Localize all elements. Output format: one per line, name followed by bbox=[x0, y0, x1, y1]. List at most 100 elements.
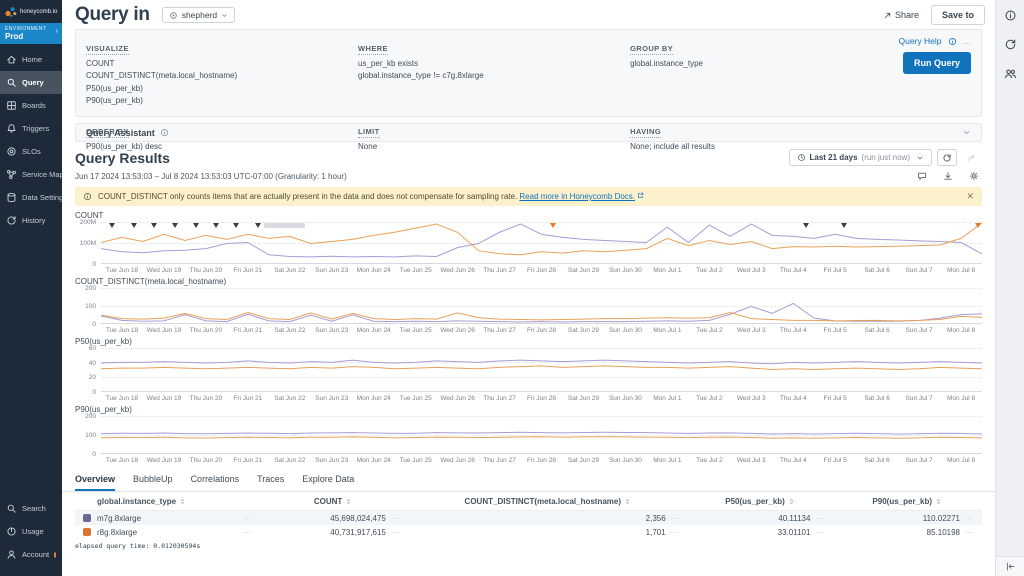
main-content: Query in shepherd Share Save to VISUALIZ… bbox=[62, 0, 995, 576]
sidebar-item-data-settings[interactable]: Data Settings bbox=[0, 186, 62, 209]
query-builder-grid: VISUALIZECOUNTCOUNT_DISTINCT(meta.local_… bbox=[86, 38, 971, 153]
chart-count[interactable]: COUNT 200M100M0 Tue Jun 18Wed Jun 19Thu … bbox=[75, 211, 982, 274]
chart-count-distinct-meta-local-hostname[interactable]: COUNT_DISTINCT(meta.local_hostname) 2001… bbox=[75, 277, 982, 334]
sidebar-item-boards[interactable]: Boards bbox=[0, 94, 62, 117]
x-axis-label: Mon Jul 1 bbox=[646, 327, 688, 334]
service-map-icon bbox=[6, 169, 17, 180]
table-row-m7g-8xlarge[interactable]: m7g.8xlarge⋯ 45,698,024,475⋯2,356⋯40.111… bbox=[75, 511, 982, 525]
more-options-icon[interactable]: … bbox=[963, 36, 972, 46]
query-clause-limit[interactable]: LIMITNone bbox=[358, 121, 616, 153]
chart-plot-area[interactable] bbox=[101, 416, 982, 454]
chevron-down-icon bbox=[221, 12, 228, 19]
series-swatch bbox=[83, 514, 91, 522]
environment-switcher[interactable]: ENVIRONMENT Prod › bbox=[0, 23, 62, 44]
cell-menu-icon[interactable]: ⋯ bbox=[815, 514, 824, 523]
info-rail-button[interactable] bbox=[1004, 9, 1017, 27]
query-builder-panel: VISUALIZECOUNTCOUNT_DISTINCT(meta.local_… bbox=[75, 29, 982, 117]
tab-explore-data[interactable]: Explore Data bbox=[302, 474, 354, 491]
banner-close-icon[interactable]: ✕ bbox=[966, 191, 974, 202]
sidebar-item-query[interactable]: Query bbox=[0, 71, 62, 94]
logo[interactable]: honeycomb.io bbox=[0, 0, 62, 23]
cell-menu-icon[interactable]: ⋯ bbox=[243, 528, 252, 537]
sidebar-item-home[interactable]: Home bbox=[0, 48, 62, 71]
x-axis-label: Mon Jul 8 bbox=[940, 267, 982, 274]
chart-p50-us-per-kb[interactable]: P50(us_per_kb) 6040200 Tue Jun 18Wed Jun… bbox=[75, 337, 982, 402]
download-icon[interactable] bbox=[943, 171, 953, 181]
sidebar-item-service-map[interactable]: Service Map bbox=[0, 163, 62, 186]
tab-traces[interactable]: Traces bbox=[257, 474, 284, 491]
x-axis-label: Thu Jun 27 bbox=[479, 267, 521, 274]
sidebar-item-search[interactable]: Search bbox=[0, 497, 62, 520]
cell-menu-icon[interactable]: ⋯ bbox=[391, 528, 400, 537]
query-clause-where[interactable]: WHEREus_per_kb existsglobal.instance_typ… bbox=[358, 38, 616, 108]
deploy-marker[interactable] bbox=[803, 223, 809, 228]
x-axis-label: Sat Jun 22 bbox=[269, 267, 311, 274]
deploy-marker[interactable] bbox=[193, 223, 199, 228]
query-help-link[interactable]: Query Help … bbox=[899, 36, 972, 46]
dataset-selector[interactable]: shepherd bbox=[162, 7, 235, 23]
deploy-marker[interactable] bbox=[213, 223, 219, 228]
collapse-panel-button[interactable] bbox=[996, 556, 1024, 576]
column-header-p90-us-per-kb[interactable]: P90(us_per_kb) bbox=[832, 497, 982, 506]
query-clause-having[interactable]: HAVINGNone; include all results bbox=[630, 121, 901, 153]
column-header-count[interactable]: COUNT bbox=[258, 497, 408, 506]
x-axis-label: Tue Jun 25 bbox=[395, 395, 437, 402]
cell-menu-icon[interactable]: ⋯ bbox=[965, 514, 974, 523]
deploy-marker[interactable] bbox=[975, 223, 981, 228]
cell-menu-icon[interactable]: ⋯ bbox=[965, 528, 974, 537]
sidebar-item-history[interactable]: History bbox=[0, 209, 62, 232]
query-clause-visualize[interactable]: VISUALIZECOUNTCOUNT_DISTINCT(meta.local_… bbox=[86, 38, 344, 108]
cell-menu-icon[interactable]: ⋯ bbox=[671, 528, 680, 537]
run-query-button[interactable]: Run Query bbox=[903, 52, 971, 74]
sidebar-item-account[interactable]: Account bbox=[0, 543, 62, 566]
gear-icon[interactable] bbox=[969, 171, 979, 181]
deploy-marker[interactable] bbox=[550, 223, 556, 228]
x-axis-label: Sat Jun 29 bbox=[562, 457, 604, 464]
save-to-button[interactable]: Save to bbox=[931, 5, 985, 25]
sidebar-item-slos[interactable]: SLOs bbox=[0, 140, 62, 163]
table-row-r8g-8xlarge[interactable]: r8g.8xlarge⋯ 40,731,917,615⋯1,701⋯33.011… bbox=[75, 525, 982, 539]
cell-menu-icon[interactable]: ⋯ bbox=[391, 514, 400, 523]
sidebar-item-triggers[interactable]: Triggers bbox=[0, 117, 62, 140]
deploy-marker[interactable] bbox=[841, 223, 847, 228]
banner-docs-link[interactable]: Read more in Honeycomb Docs. bbox=[519, 192, 635, 201]
chart-plot-area[interactable] bbox=[101, 288, 982, 324]
column-header-global-instance-type[interactable]: global.instance_type bbox=[75, 497, 258, 506]
chart-title: COUNT bbox=[75, 211, 982, 220]
column-header-count-distinct-meta-local-hostname[interactable]: COUNT_DISTINCT(meta.local_hostname) bbox=[408, 497, 688, 506]
deploy-marker[interactable] bbox=[131, 223, 137, 228]
sidebar-item-usage[interactable]: Usage bbox=[0, 520, 62, 543]
x-axis-label: Sat Jun 29 bbox=[562, 327, 604, 334]
deploy-marker[interactable] bbox=[172, 223, 178, 228]
chart-plot-area[interactable] bbox=[101, 348, 982, 392]
deploy-marker[interactable] bbox=[233, 223, 239, 228]
tab-correlations[interactable]: Correlations bbox=[191, 474, 240, 491]
tab-bubbleup[interactable]: BubbleUp bbox=[133, 474, 173, 491]
x-axis-label: Mon Jul 8 bbox=[940, 395, 982, 402]
x-axis-label: Wed Jun 19 bbox=[143, 395, 185, 402]
deploy-marker[interactable] bbox=[255, 223, 261, 228]
chart-plot-area[interactable] bbox=[101, 222, 982, 264]
comment-icon[interactable] bbox=[917, 171, 927, 181]
history-rail-button[interactable] bbox=[1004, 38, 1017, 56]
x-axis-label: Mon Jun 24 bbox=[353, 395, 395, 402]
query-clause-order_by[interactable]: ORDER BYP90(us_per_kb) desc bbox=[86, 121, 344, 153]
share-button[interactable]: Share bbox=[883, 10, 919, 20]
query-clause-group_by[interactable]: GROUP BYglobal.instance_type bbox=[630, 38, 901, 108]
x-axis-label: Mon Jun 24 bbox=[353, 267, 395, 274]
x-axis-label: Sat Jul 6 bbox=[856, 457, 898, 464]
table-header: global.instance_typeCOUNTCOUNT_DISTINCT(… bbox=[75, 492, 982, 511]
x-axis-label: Wed Jul 3 bbox=[730, 395, 772, 402]
chart-p90-us-per-kb[interactable]: P90(us_per_kb) 2001000 Tue Jun 18Wed Jun… bbox=[75, 405, 982, 464]
cell-menu-icon[interactable]: ⋯ bbox=[815, 528, 824, 537]
tab-overview[interactable]: Overview bbox=[75, 474, 115, 491]
x-axis-label: Wed Jun 26 bbox=[437, 395, 479, 402]
column-header-p50-us-per-kb[interactable]: P50(us_per_kb) bbox=[688, 497, 833, 506]
deploy-marker[interactable] bbox=[151, 223, 157, 228]
deploy-marker[interactable] bbox=[109, 223, 115, 228]
external-link-icon bbox=[637, 192, 644, 199]
cell-menu-icon[interactable]: ⋯ bbox=[671, 514, 680, 523]
people-rail-button[interactable] bbox=[1004, 67, 1017, 85]
x-axis-label: Sat Jun 29 bbox=[562, 395, 604, 402]
cell-menu-icon[interactable]: ⋯ bbox=[243, 514, 252, 523]
